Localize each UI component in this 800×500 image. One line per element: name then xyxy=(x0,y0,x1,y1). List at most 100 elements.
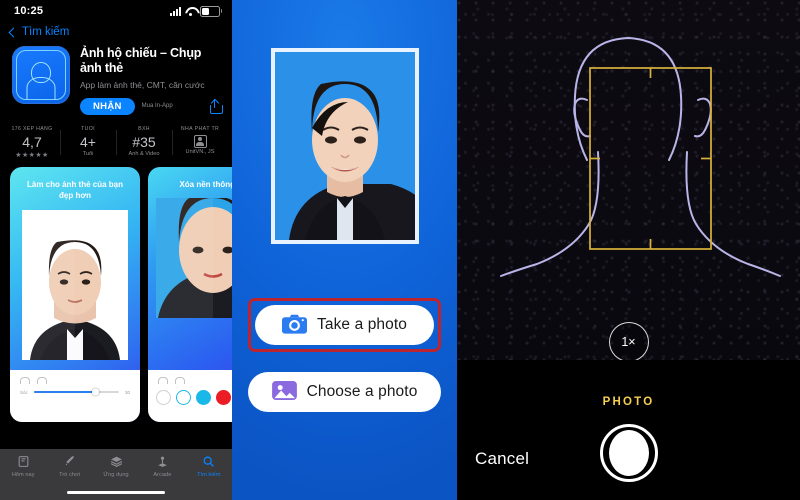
stat-value: 4+ xyxy=(80,133,96,150)
home-indicator xyxy=(67,490,165,494)
carousel-photo xyxy=(22,209,128,360)
stat-value: #35 xyxy=(132,133,156,150)
developer-icon xyxy=(193,134,207,148)
zoom-level-label: 1× xyxy=(621,335,636,349)
app-meta: Ảnh hộ chiếu – Chụp ảnh thẻ App làm ảnh … xyxy=(80,46,223,115)
take-photo-label: Take a photo xyxy=(317,316,407,333)
camera-icon-svg xyxy=(282,314,308,334)
cellular-signal-icon xyxy=(170,6,181,16)
tab-label: Trò chơi xyxy=(59,472,81,478)
carousel-card[interactable]: Xóa nền thông mi xyxy=(148,166,232,422)
camera-viewfinder xyxy=(457,0,800,360)
redo-icon xyxy=(175,376,185,384)
slider-max-label: 30 xyxy=(124,389,130,395)
passport-photo-app-icon xyxy=(12,46,70,104)
intensity-slider[interactable]: Sóc 30 xyxy=(10,384,140,396)
carousel-card-footer: Sóc 30 xyxy=(10,369,140,422)
status-bar-indicators xyxy=(170,5,222,17)
redo-icon xyxy=(37,376,47,384)
id-portrait-illustration xyxy=(274,52,415,240)
search-icon xyxy=(186,454,232,469)
rating-stars: ★★★★★ xyxy=(15,151,49,159)
swatch-cyan[interactable] xyxy=(196,389,211,405)
id-photo-preview xyxy=(270,48,419,244)
tab-label: Tìm kiếm xyxy=(197,472,221,478)
choose-photo-button[interactable]: Choose a photo xyxy=(248,372,441,412)
stat-sub: UnitVN., JS xyxy=(185,148,215,155)
status-bar: 10:25 xyxy=(0,0,232,22)
portrait-illustration xyxy=(156,198,232,319)
tab-label: Arcade xyxy=(153,472,172,478)
undo-icon xyxy=(20,376,30,384)
take-photo-button-wrap: Take a photo xyxy=(232,298,457,352)
cancel-button[interactable]: Cancel xyxy=(469,448,535,470)
back-link-label: Tìm kiếm xyxy=(22,26,70,38)
app-actions: NHẬN Mua In-App xyxy=(80,97,223,115)
portrait-illustration xyxy=(22,209,128,360)
stat-age: TUỔI 4+ Tuổi xyxy=(60,126,116,159)
carousel-card-title: Làm cho ảnh thẻ của bạn đẹp hơn xyxy=(26,179,123,201)
app-subtitle: App làm ảnh thẻ, CMT, căn cước xyxy=(80,79,205,90)
panel-camera: 1× PHOTO Cancel xyxy=(457,0,800,500)
share-icon[interactable] xyxy=(209,98,223,114)
take-photo-highlight: Take a photo xyxy=(248,298,441,352)
stat-value: 4,7 xyxy=(22,133,42,150)
take-photo-button[interactable]: Take a photo xyxy=(255,305,434,345)
choose-photo-label: Choose a photo xyxy=(306,383,418,400)
stat-label: BXH xyxy=(138,125,150,132)
slider-knob[interactable] xyxy=(91,388,99,396)
back-to-search-link[interactable]: Tìm kiếm xyxy=(0,22,232,44)
chevron-left-icon xyxy=(8,27,19,37)
app-stats-row: 176 XẾP HẠNG 4,7 ★★★★★ TUỔI 4+ Tuổi BXH … xyxy=(0,126,232,159)
joystick-icon xyxy=(139,454,185,469)
carousel-photo xyxy=(156,198,232,319)
head-silhouette-guide xyxy=(500,37,781,277)
swatch-cyan-outline[interactable] xyxy=(176,389,191,405)
stat-label: TUỔI xyxy=(81,125,95,132)
carousel-card-title: Xóa nền thông mi xyxy=(179,179,232,189)
swatch-red[interactable] xyxy=(216,389,231,405)
photo-library-icon-svg xyxy=(271,380,297,401)
undo-icon xyxy=(158,376,168,384)
zoom-level-button[interactable]: 1× xyxy=(608,322,649,362)
carousel-card[interactable]: Làm cho ảnh thẻ của bạn đẹp hơn Sóc 30 xyxy=(10,166,140,422)
tab-search[interactable]: Tìm kiếm xyxy=(186,454,232,478)
camera-icon xyxy=(282,314,308,337)
stat-label: 176 XẾP HẠNG xyxy=(11,125,53,132)
stat-developer: NHÀ PHÁT TR UnitVN., JS xyxy=(172,126,228,159)
stat-label: NHÀ PHÁT TR xyxy=(180,125,220,132)
background-color-swatches[interactable] xyxy=(148,384,232,405)
in-app-purchase-note: Mua In-App xyxy=(141,103,173,110)
swatch-white[interactable] xyxy=(156,389,171,405)
three-panel-tutorial-screenshot: 10:25 Tìm kiếm Ảnh hộ chiếu – Chụp ảnh t… xyxy=(0,0,800,500)
tab-label: Hôm nay xyxy=(11,472,35,478)
stat-sub: Tuổi xyxy=(82,150,94,157)
stat-ratings: 176 XẾP HẠNG 4,7 ★★★★★ xyxy=(4,126,60,159)
tab-apps[interactable]: Ứng dụng xyxy=(93,454,139,478)
undo-redo-controls[interactable] xyxy=(10,370,140,384)
stat-sub: Ảnh & Video xyxy=(128,150,160,157)
slider-min-label: Sóc xyxy=(20,389,28,395)
choose-photo-button-wrap: Choose a photo xyxy=(232,372,457,412)
photo-library-icon xyxy=(271,380,297,404)
tab-arcade[interactable]: Arcade xyxy=(139,454,185,478)
tab-games[interactable]: Trò chơi xyxy=(46,454,92,478)
status-bar-time: 10:25 xyxy=(14,5,44,17)
tab-today[interactable]: Hôm nay xyxy=(0,454,46,478)
slider-track[interactable] xyxy=(33,388,119,396)
carousel-card-footer xyxy=(148,369,232,422)
battery-icon xyxy=(200,5,222,17)
undo-redo-controls[interactable] xyxy=(148,370,232,384)
stat-rank: BXH #35 Ảnh & Video xyxy=(116,126,172,159)
get-app-button[interactable]: NHẬN xyxy=(80,97,135,115)
screenshot-carousel[interactable]: Làm cho ảnh thẻ của bạn đẹp hơn Sóc 30 X… xyxy=(0,159,232,422)
panel-app-store: 10:25 Tìm kiếm Ảnh hộ chiếu – Chụp ảnh t… xyxy=(0,0,232,500)
today-icon xyxy=(0,454,46,469)
camera-mode-label[interactable]: PHOTO xyxy=(603,396,655,408)
rocket-icon xyxy=(46,454,92,469)
app-title: Ảnh hộ chiếu – Chụp ảnh thẻ xyxy=(80,46,202,75)
stack-icon xyxy=(93,454,139,469)
tab-label: Ứng dụng xyxy=(103,472,129,478)
shutter-button[interactable] xyxy=(599,424,658,482)
app-header: Ảnh hộ chiếu – Chụp ảnh thẻ App làm ảnh … xyxy=(0,44,232,115)
